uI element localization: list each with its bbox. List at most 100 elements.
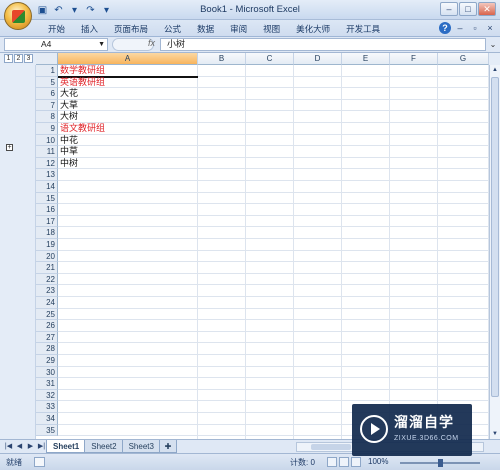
worksheet-grid[interactable]: A B C D E F G 1 数学教研组 5 英语教研组 6 大花 7 大草 8 大树 9 语文教研组 10 中花 11… bbox=[36, 53, 489, 439]
select-all-corner[interactable] bbox=[36, 53, 58, 65]
row-header[interactable]: 14 bbox=[36, 181, 58, 193]
row-header[interactable]: 1 bbox=[36, 65, 58, 77]
row-header[interactable]: 30 bbox=[36, 366, 58, 379]
help-icon[interactable]: ? bbox=[439, 22, 451, 34]
normal-view-icon[interactable] bbox=[327, 457, 337, 467]
close-button[interactable]: ✕ bbox=[478, 2, 496, 16]
row-header[interactable]: 13 bbox=[36, 169, 58, 181]
scroll-up-icon[interactable]: ▲ bbox=[490, 65, 500, 75]
column-header[interactable]: C bbox=[246, 53, 294, 65]
formula-input[interactable]: 小树 bbox=[160, 38, 486, 51]
row-header[interactable]: 20 bbox=[36, 250, 58, 263]
name-box[interactable]: A4 ▼ bbox=[4, 38, 108, 51]
row-header[interactable]: 21 bbox=[36, 262, 58, 274]
row-header[interactable]: 7 bbox=[36, 99, 58, 112]
cell-a[interactable]: 大树 bbox=[60, 111, 78, 123]
row-header[interactable]: 17 bbox=[36, 215, 58, 228]
ribbon-tab[interactable]: 美化大师 bbox=[288, 22, 338, 36]
outline-level-2-button[interactable]: 2 bbox=[14, 54, 23, 63]
column-header[interactable]: A bbox=[58, 53, 198, 65]
vertical-scroll-thumb[interactable] bbox=[491, 77, 499, 397]
row-header[interactable]: 25 bbox=[36, 308, 58, 321]
vertical-scrollbar[interactable]: ▲ ▼ bbox=[489, 65, 500, 439]
table-row bbox=[58, 390, 489, 402]
row-header[interactable]: 28 bbox=[36, 343, 58, 355]
zoom-level[interactable]: 100% bbox=[368, 457, 388, 466]
cell-a[interactable]: 中树 bbox=[60, 158, 78, 170]
insert-sheet-icon[interactable]: ✚ bbox=[158, 440, 177, 453]
ribbon-tab[interactable]: 页面布局 bbox=[106, 22, 156, 36]
sheet-tab[interactable]: Sheet2 bbox=[84, 440, 124, 453]
horizontal-scroll-thumb[interactable] bbox=[311, 444, 351, 450]
next-sheet-icon[interactable]: ▶ bbox=[26, 442, 35, 452]
scroll-down-icon[interactable]: ▼ bbox=[490, 429, 500, 439]
sheet-tab[interactable]: Sheet3 bbox=[121, 440, 161, 453]
macro-record-icon[interactable] bbox=[34, 457, 45, 467]
restore-button[interactable]: □ bbox=[459, 2, 477, 16]
column-header[interactable]: D bbox=[294, 53, 342, 65]
row-header[interactable]: 29 bbox=[36, 355, 58, 367]
row-header[interactable]: 26 bbox=[36, 320, 58, 332]
row-header[interactable]: 32 bbox=[36, 389, 58, 402]
row-header[interactable]: 12 bbox=[36, 157, 58, 170]
cell-a[interactable]: 大草 bbox=[60, 100, 78, 112]
cell-a[interactable]: 大花 bbox=[60, 88, 78, 100]
prev-sheet-icon[interactable]: ◀ bbox=[15, 442, 24, 452]
table-row bbox=[58, 343, 489, 355]
ribbon-tab[interactable]: 开始 bbox=[40, 22, 73, 36]
row-header[interactable]: 27 bbox=[36, 331, 58, 344]
outline-level-3-button[interactable]: 3 bbox=[24, 54, 33, 63]
ribbon-tab[interactable]: 视图 bbox=[255, 22, 288, 36]
column-header[interactable]: G bbox=[438, 53, 489, 65]
cell-a[interactable]: 语文教研组 bbox=[60, 123, 105, 135]
row-header[interactable]: 9 bbox=[36, 123, 58, 135]
ribbon-restore-icon[interactable]: ▫ bbox=[469, 22, 481, 34]
ribbon-minimize-icon[interactable]: – bbox=[454, 22, 466, 34]
row-header[interactable]: 8 bbox=[36, 111, 58, 123]
column-header[interactable]: B bbox=[198, 53, 246, 65]
play-logo-icon bbox=[360, 415, 388, 443]
page-break-view-icon[interactable] bbox=[351, 457, 361, 467]
name-box-dropdown-icon[interactable]: ▼ bbox=[98, 39, 105, 50]
insert-function-icon[interactable]: fx bbox=[148, 38, 155, 48]
table-row bbox=[58, 123, 489, 135]
column-header[interactable]: E bbox=[342, 53, 390, 65]
row-header[interactable]: 11 bbox=[36, 146, 58, 158]
row-header[interactable]: 19 bbox=[36, 239, 58, 251]
row-header[interactable]: 5 bbox=[36, 76, 58, 89]
row-header[interactable]: 34 bbox=[36, 413, 58, 425]
workbook-close-icon[interactable]: × bbox=[484, 22, 496, 34]
row-header[interactable]: 24 bbox=[36, 297, 58, 309]
row-header[interactable]: 16 bbox=[36, 204, 58, 216]
row-header[interactable]: 22 bbox=[36, 273, 58, 286]
table-row bbox=[58, 320, 489, 332]
column-header[interactable]: F bbox=[390, 53, 438, 65]
zoom-slider-thumb[interactable] bbox=[438, 459, 443, 467]
row-header[interactable]: 33 bbox=[36, 401, 58, 413]
row-header[interactable]: 35 bbox=[36, 424, 58, 437]
minimize-button[interactable]: – bbox=[440, 2, 458, 16]
first-sheet-icon[interactable]: |◀ bbox=[4, 442, 13, 452]
row-header[interactable]: 31 bbox=[36, 378, 58, 390]
cell-a[interactable]: 英语教研组 bbox=[60, 77, 105, 89]
last-sheet-icon[interactable]: ▶| bbox=[37, 442, 46, 452]
row-header[interactable]: 23 bbox=[36, 285, 58, 297]
ribbon-tab[interactable]: 插入 bbox=[73, 22, 106, 36]
office-button[interactable] bbox=[4, 2, 32, 30]
row-header[interactable]: 10 bbox=[36, 134, 58, 147]
row-header[interactable]: 18 bbox=[36, 227, 58, 239]
ribbon-tab[interactable]: 数据 bbox=[189, 22, 222, 36]
page-layout-view-icon[interactable] bbox=[339, 457, 349, 467]
row-header[interactable]: 6 bbox=[36, 88, 58, 100]
sheet-tab[interactable]: Sheet1 bbox=[46, 440, 87, 453]
outline-level-1-button[interactable]: 1 bbox=[4, 54, 13, 63]
ribbon-tab[interactable]: 开发工具 bbox=[338, 22, 388, 36]
expand-group-button[interactable]: + bbox=[6, 144, 13, 151]
table-row bbox=[58, 77, 489, 89]
ribbon-tab[interactable]: 公式 bbox=[156, 22, 189, 36]
row-header[interactable]: 15 bbox=[36, 192, 58, 205]
cell-a[interactable]: 中花 bbox=[60, 135, 78, 147]
ribbon-tab[interactable]: 审阅 bbox=[222, 22, 255, 36]
expand-formula-bar-icon[interactable]: ⌄ bbox=[488, 39, 498, 50]
cell-a[interactable]: 中草 bbox=[60, 146, 78, 158]
